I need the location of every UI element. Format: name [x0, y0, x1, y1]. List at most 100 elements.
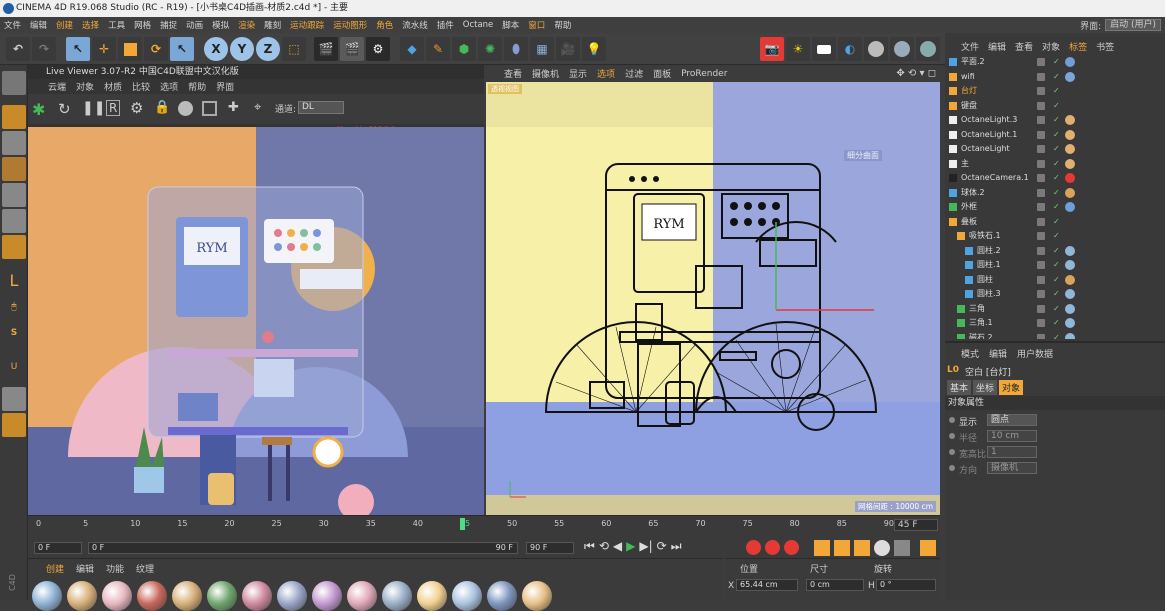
region-render-icon[interactable]: R — [106, 100, 121, 116]
texture-mode-icon[interactable] — [2, 131, 26, 155]
next-frame-icon[interactable]: ▶| — [639, 539, 652, 554]
object-row[interactable]: 圆柱.1 ✓ — [945, 258, 1165, 272]
go-to-end-icon[interactable]: ⏭ — [671, 539, 682, 554]
menu-item-11[interactable]: 运动跟踪 — [290, 19, 324, 31]
snap-icon[interactable]: S — [2, 321, 26, 345]
enabled-check-icon[interactable]: ✓ — [1053, 316, 1060, 330]
menu-item-7[interactable]: 动画 — [186, 19, 203, 31]
scale-icon[interactable] — [118, 37, 142, 61]
coordinate-system-icon[interactable]: ⬚ — [282, 37, 306, 61]
octane-logo-icon[interactable]: ✱ — [32, 100, 45, 119]
enabled-check-icon[interactable]: ✓ — [1053, 142, 1060, 156]
enabled-check-icon[interactable]: ✓ — [1053, 302, 1060, 316]
octane-glossy-icon[interactable] — [890, 37, 914, 61]
channel-dropdown[interactable]: DL — [298, 101, 344, 114]
material-tag-icon[interactable] — [1065, 318, 1075, 328]
floor-icon[interactable]: ▦ — [530, 37, 554, 61]
attribute-value[interactable]: 1 — [987, 446, 1037, 458]
enabled-check-icon[interactable]: ✓ — [1053, 55, 1060, 69]
array-icon[interactable]: ✺ — [478, 37, 502, 61]
subdivision-surface-icon[interactable]: ⬢ — [452, 37, 476, 61]
material-menu-item[interactable]: 编辑 — [76, 562, 94, 575]
keyframe-selection-icon[interactable] — [784, 540, 799, 555]
object-menu-item[interactable]: 编辑 — [988, 40, 1006, 53]
viewport-menu-item[interactable]: 摄像机 — [532, 67, 559, 80]
material-menu-item[interactable]: 功能 — [106, 562, 124, 575]
material-swatch[interactable] — [452, 581, 482, 611]
timeline-window-icon[interactable] — [920, 540, 936, 556]
menu-item-13[interactable]: 角色 — [376, 19, 393, 31]
material-swatch[interactable] — [312, 581, 342, 611]
lock-icon[interactable]: 🔒 — [154, 100, 170, 115]
material-swatch[interactable] — [172, 581, 202, 611]
menu-item-4[interactable]: 工具 — [108, 19, 125, 31]
live-viewer-menu-item[interactable]: 界面 — [216, 80, 234, 93]
rotation-h-field[interactable]: 0 ° — [876, 579, 936, 591]
material-swatch[interactable] — [207, 581, 237, 611]
viewport-menu-item[interactable]: 过滤 — [625, 67, 643, 80]
live-viewer-menu-item[interactable]: 比较 — [132, 80, 150, 93]
playhead[interactable] — [460, 518, 465, 530]
attribute-value[interactable]: 摄像机 — [987, 462, 1037, 474]
material-swatch[interactable] — [32, 581, 62, 611]
attribute-tab[interactable]: 基本 — [947, 380, 972, 395]
attribute-value[interactable]: 10 cm — [987, 430, 1037, 442]
model-mode-icon[interactable] — [2, 105, 26, 129]
pick-material-icon[interactable]: ⌖ — [254, 100, 261, 115]
menu-item-6[interactable]: 捕捉 — [160, 19, 177, 31]
material-tag-icon[interactable] — [1065, 303, 1075, 314]
make-editable-icon[interactable] — [2, 71, 26, 95]
cube-icon[interactable]: ◆ — [400, 37, 424, 61]
material-tag-icon[interactable] — [1065, 245, 1075, 256]
menu-item-0[interactable]: 文件 — [4, 19, 21, 31]
attribute-tab[interactable]: 坐标 — [973, 380, 998, 395]
workplane-lock-icon[interactable] — [2, 387, 26, 411]
polygons-mode-icon[interactable] — [2, 235, 26, 259]
object-menu-item[interactable]: 对象 — [1042, 40, 1060, 53]
material-tag-icon[interactable] — [1065, 57, 1075, 67]
material-swatch[interactable] — [67, 581, 97, 611]
viewport-canvas[interactable]: RYM 透视视图 细分曲面 网格间距 : 10000 cm — [486, 82, 940, 515]
material-menu-item[interactable]: 纹理 — [136, 562, 154, 575]
enabled-check-icon[interactable]: ✓ — [1053, 229, 1060, 243]
enabled-check-icon[interactable]: ✓ — [1053, 171, 1060, 185]
material-swatch[interactable] — [242, 581, 272, 611]
points-mode-icon[interactable] — [2, 183, 26, 207]
object-row[interactable]: 台灯 ✓ — [945, 84, 1165, 98]
octane-area-light-icon[interactable] — [812, 37, 836, 61]
octane-material-icon[interactable]: ◐ — [838, 37, 862, 61]
enabled-check-icon[interactable]: ✓ — [1053, 215, 1060, 229]
menu-item-3[interactable]: 选择 — [82, 19, 99, 31]
enabled-check-icon[interactable]: ✓ — [1053, 157, 1060, 171]
material-tag-icon[interactable] — [1065, 274, 1075, 285]
next-key-icon[interactable]: ⟳ — [657, 539, 667, 554]
pause-icon[interactable]: ❚❚ — [82, 100, 105, 116]
enabled-check-icon[interactable]: ✓ — [1053, 70, 1060, 84]
tweak-mode-icon[interactable]: 🖱 — [2, 295, 26, 319]
pen-spline-icon[interactable]: ✎ — [426, 37, 450, 61]
object-menu-item[interactable]: 查看 — [1015, 40, 1033, 53]
object-row[interactable]: 圆柱.2 ✓ — [945, 244, 1165, 258]
deformer-icon[interactable]: ⬮ — [504, 37, 528, 61]
enabled-check-icon[interactable]: ✓ — [1053, 273, 1060, 287]
enabled-check-icon[interactable]: ✓ — [1053, 244, 1060, 258]
menu-item-19[interactable]: 帮助 — [554, 19, 571, 31]
material-tag-icon[interactable] — [1065, 129, 1075, 140]
viewport-menu-item[interactable]: 选项 — [597, 67, 615, 80]
material-tag-icon[interactable] — [1065, 202, 1075, 212]
axis-mode-icon[interactable]: L — [2, 269, 26, 293]
octane-daylight-icon[interactable]: ☀ — [786, 37, 810, 61]
object-row[interactable]: 外框 ✓ — [945, 200, 1165, 214]
object-menu-item[interactable]: 文件 — [961, 40, 979, 53]
enabled-check-icon[interactable]: ✓ — [1053, 128, 1060, 142]
parameter-key-icon[interactable] — [874, 540, 890, 556]
object-row[interactable]: 叠板 ✓ — [945, 215, 1165, 229]
clay-mode-icon[interactable] — [202, 101, 217, 116]
material-tag-icon[interactable] — [1065, 144, 1075, 154]
object-row[interactable]: OctaneCamera.1 ✓ — [945, 171, 1165, 185]
menu-item-12[interactable]: 运动图形 — [333, 19, 367, 31]
attribute-radio-icon[interactable] — [949, 433, 955, 439]
y-axis-icon[interactable]: Y — [230, 37, 254, 61]
play-icon[interactable]: ▶ — [626, 539, 635, 554]
visibility-toggle[interactable] — [1037, 174, 1045, 182]
